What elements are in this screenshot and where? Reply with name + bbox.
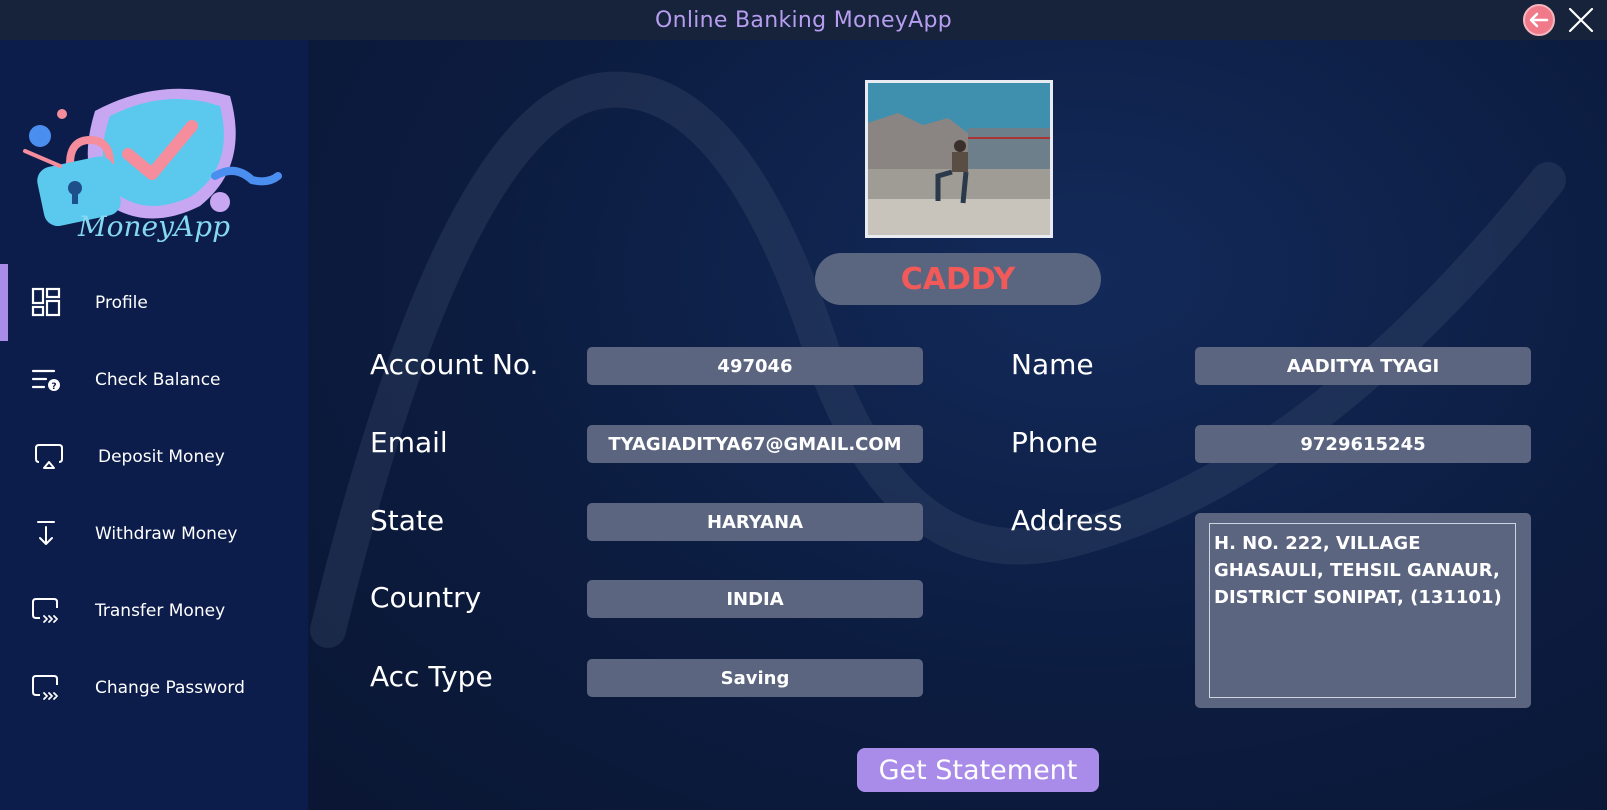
sidebar-item-label: Transfer Money [95, 600, 226, 621]
username-badge: CADDY [815, 253, 1101, 305]
profile-photo-image [868, 83, 1050, 235]
sidebar-item-label: Profile [95, 292, 148, 313]
transfer-icon [32, 598, 58, 623]
dashboard-grid-icon [31, 287, 61, 317]
sidebar-item-label: Change Password [95, 677, 245, 698]
account-no-field: 497046 [587, 347, 923, 385]
window-controls [1523, 4, 1597, 36]
profile-panel: CADDY Account No. 497046 Email TYAGIADIT… [308, 40, 1607, 810]
window-title: Online Banking MoneyApp [654, 7, 953, 33]
sidebar-item-label: Deposit Money [98, 446, 225, 467]
svg-text:?: ? [51, 382, 56, 392]
name-field: AADITYA TYAGI [1195, 347, 1531, 385]
state-field: HARYANA [587, 503, 923, 541]
sidebar-item-label: Check Balance [95, 369, 221, 390]
title-bar: Online Banking MoneyApp [0, 0, 1607, 40]
sidebar-item-profile[interactable]: Profile [0, 264, 308, 341]
balance-check-icon: ? [31, 369, 60, 392]
username: CADDY [900, 261, 1016, 297]
acc-type-label: Acc Type [370, 660, 493, 693]
acc-type-field: Saving [587, 659, 923, 697]
sidebar-item-change-password[interactable]: Change Password [0, 649, 308, 726]
profile-photo [865, 80, 1053, 238]
email-label: Email [370, 426, 448, 459]
sidebar: MoneyApp Profile ? Check Balance Deposit… [0, 40, 308, 810]
account-no-label: Account No. [370, 348, 539, 381]
sidebar-item-deposit-money[interactable]: Deposit Money [0, 418, 308, 495]
phone-field: 9729615245 [1195, 425, 1531, 463]
back-arrow-circle-icon[interactable] [1523, 4, 1555, 36]
sidebar-item-check-balance[interactable]: ? Check Balance [0, 341, 308, 418]
brand-name: MoneyApp [77, 210, 231, 243]
country-label: Country [370, 581, 482, 614]
get-statement-button[interactable]: Get Statement [857, 748, 1099, 792]
address-label: Address [1011, 504, 1123, 537]
address-container: H. NO. 222, VILLAGE GHASAULI, TEHSIL GAN… [1195, 513, 1531, 708]
sidebar-item-label: Withdraw Money [95, 523, 238, 544]
close-icon[interactable] [1565, 4, 1597, 36]
name-label: Name [1011, 348, 1094, 381]
state-label: State [370, 504, 445, 537]
sidebar-item-transfer-money[interactable]: Transfer Money [0, 572, 308, 649]
sidebar-nav: Profile ? Check Balance Deposit Money Wi… [0, 264, 308, 726]
address-field[interactable]: H. NO. 222, VILLAGE GHASAULI, TEHSIL GAN… [1209, 523, 1516, 698]
email-field: TYAGIADITYA67@GMAIL.COM [587, 425, 923, 463]
active-indicator [0, 264, 8, 341]
sidebar-item-withdraw-money[interactable]: Withdraw Money [0, 495, 308, 572]
country-field: INDIA [587, 580, 923, 618]
deposit-icon [35, 444, 63, 469]
phone-label: Phone [1011, 426, 1098, 459]
withdraw-icon [37, 521, 55, 545]
change-password-icon [32, 675, 58, 700]
